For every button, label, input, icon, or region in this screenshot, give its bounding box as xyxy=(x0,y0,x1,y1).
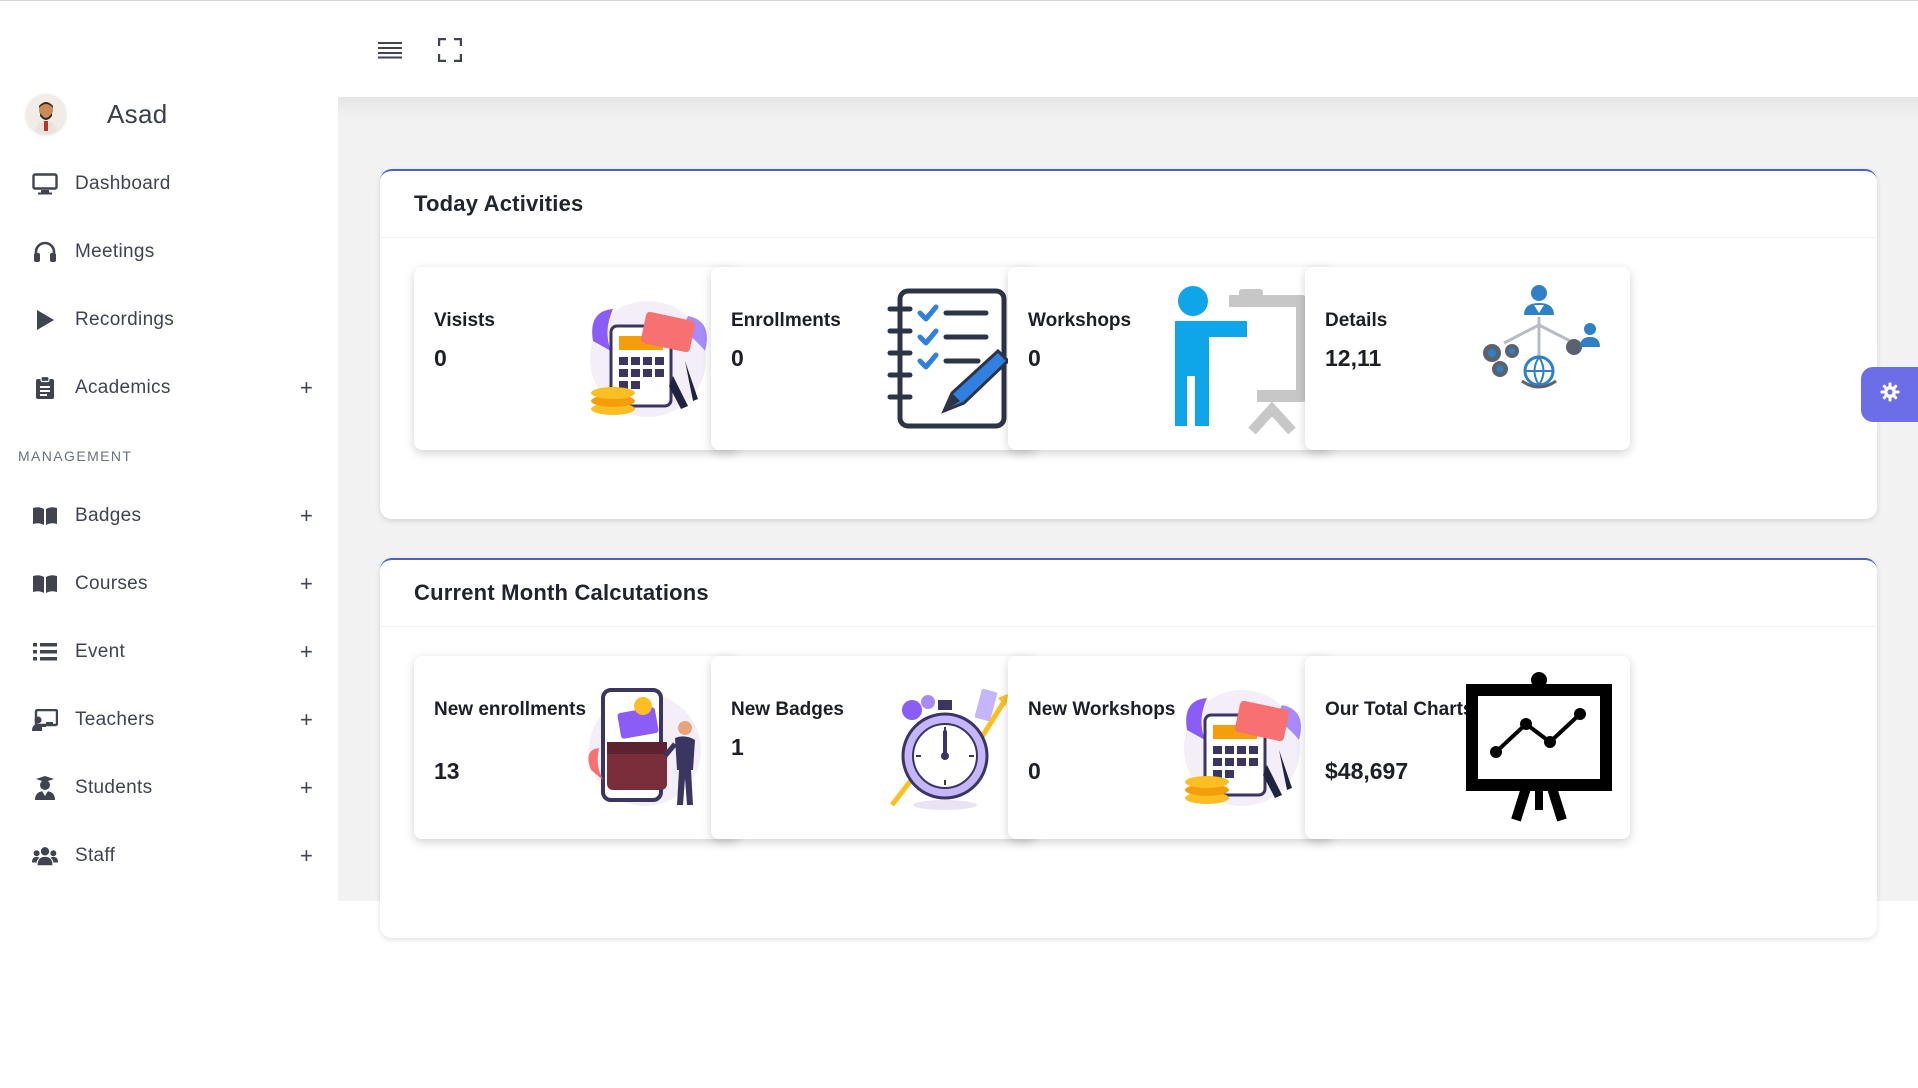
stat-value: 0 xyxy=(434,345,447,371)
student-icon xyxy=(32,775,58,801)
stat-value: 12,11 xyxy=(1325,345,1382,371)
stat-value: 0 xyxy=(1028,345,1041,371)
hamburger-icon[interactable] xyxy=(375,35,405,65)
sidebar-item-label: Badges xyxy=(75,505,142,526)
list-icon xyxy=(32,639,58,665)
stat-card-visits[interactable]: Visists 0 xyxy=(414,267,739,450)
sidebar-item-academics[interactable]: Academics + xyxy=(0,366,338,410)
sidebar-item-label: Academics xyxy=(75,377,171,398)
top-bar xyxy=(338,1,1918,97)
stat-card-new-enrollments[interactable]: New enrollments 13 xyxy=(414,656,739,839)
stat-value: 0 xyxy=(1028,758,1041,784)
stat-value: $48,697 xyxy=(1325,758,1409,784)
stopwatch-growth-illustration xyxy=(870,670,1020,825)
sidebar-item-meetings[interactable]: Meetings xyxy=(0,230,338,274)
clipboard-icon xyxy=(32,375,58,401)
sidebar-item-courses[interactable]: Courses + xyxy=(0,562,338,606)
sidebar-item-label: Meetings xyxy=(75,241,155,262)
sidebar: Asad Dashboard Meetings Recordings Acade… xyxy=(0,1,338,901)
book-icon xyxy=(32,503,58,529)
stat-card-new-badges[interactable]: New Badges 1 xyxy=(711,656,1036,839)
wallet-phone-illustration xyxy=(573,670,723,825)
sidebar-item-students[interactable]: Students + xyxy=(0,766,338,810)
expand-icon[interactable]: + xyxy=(300,709,313,731)
line-chart-board-icon xyxy=(1464,670,1614,825)
headphones-icon xyxy=(32,239,58,265)
stat-card-new-workshops[interactable]: New Workshops 0 xyxy=(1008,656,1333,839)
expand-icon[interactable]: + xyxy=(300,377,313,399)
sidebar-item-event[interactable]: Event + xyxy=(0,630,338,674)
today-activities-panel: Today Activities Visists 0 Enrollments 0… xyxy=(380,169,1877,519)
stat-label: New Badges xyxy=(731,699,844,720)
stat-value: 13 xyxy=(434,758,460,784)
checklist-notebook-icon xyxy=(870,281,1020,436)
settings-button[interactable] xyxy=(1861,367,1918,422)
stat-value: 1 xyxy=(731,734,744,760)
stat-label: Workshops xyxy=(1028,310,1132,331)
divider xyxy=(380,626,1877,627)
stat-label: Enrollments xyxy=(731,310,841,331)
stat-card-workshops[interactable]: Workshops 0 xyxy=(1008,267,1333,450)
current-month-panel: Current Month Calcutations New enrollmen… xyxy=(380,558,1877,938)
sidebar-item-label: Students xyxy=(75,777,153,798)
payment-illustration xyxy=(573,281,723,436)
sidebar-item-label: Teachers xyxy=(75,709,155,730)
stat-label: New enrollments xyxy=(434,699,587,720)
expand-icon[interactable]: + xyxy=(300,777,313,799)
user-profile[interactable]: Asad xyxy=(26,94,167,134)
sidebar-item-label: Staff xyxy=(75,845,116,866)
section-title-management: MANAGEMENT xyxy=(18,448,133,464)
stat-card-total-charts[interactable]: Our Total Charts $48,697 xyxy=(1305,656,1630,839)
stat-label: Our Total Charts xyxy=(1325,699,1474,720)
avatar xyxy=(26,94,66,134)
sidebar-item-staff[interactable]: Staff + xyxy=(0,834,338,878)
panel-title: Current Month Calcutations xyxy=(414,580,709,605)
presenter-board-icon xyxy=(1167,281,1317,436)
panel-title: Today Activities xyxy=(414,191,584,216)
users-icon xyxy=(32,843,58,869)
stat-label: New Workshops xyxy=(1028,699,1176,720)
stat-label: Details xyxy=(1325,310,1388,331)
user-name: Asad xyxy=(107,98,168,129)
sidebar-item-label: Event xyxy=(75,641,126,662)
fullscreen-icon[interactable] xyxy=(435,35,465,65)
sidebar-item-label: Courses xyxy=(75,573,148,594)
stat-value: 0 xyxy=(731,345,744,371)
stat-card-enrollments[interactable]: Enrollments 0 xyxy=(711,267,1036,450)
monitor-icon xyxy=(32,171,58,197)
expand-icon[interactable]: + xyxy=(300,573,313,595)
stat-label: Visists xyxy=(434,310,495,331)
sidebar-item-dashboard[interactable]: Dashboard xyxy=(0,162,338,206)
sidebar-item-badges[interactable]: Badges + xyxy=(0,494,338,538)
network-gears-icon xyxy=(1464,281,1614,436)
divider xyxy=(380,237,1877,238)
chalkboard-teacher-icon xyxy=(32,707,58,733)
book-icon xyxy=(32,571,58,597)
sidebar-item-label: Dashboard xyxy=(75,173,171,194)
expand-icon[interactable]: + xyxy=(300,845,313,867)
play-icon xyxy=(32,307,58,333)
expand-icon[interactable]: + xyxy=(300,641,313,663)
expand-icon[interactable]: + xyxy=(300,505,313,527)
gear-icon xyxy=(1880,382,1900,407)
sidebar-item-label: Recordings xyxy=(75,309,175,330)
sidebar-item-teachers[interactable]: Teachers + xyxy=(0,698,338,742)
payment-illustration xyxy=(1167,670,1317,825)
stat-card-details[interactable]: Details 12,11 xyxy=(1305,267,1630,450)
sidebar-item-recordings[interactable]: Recordings xyxy=(0,298,338,342)
